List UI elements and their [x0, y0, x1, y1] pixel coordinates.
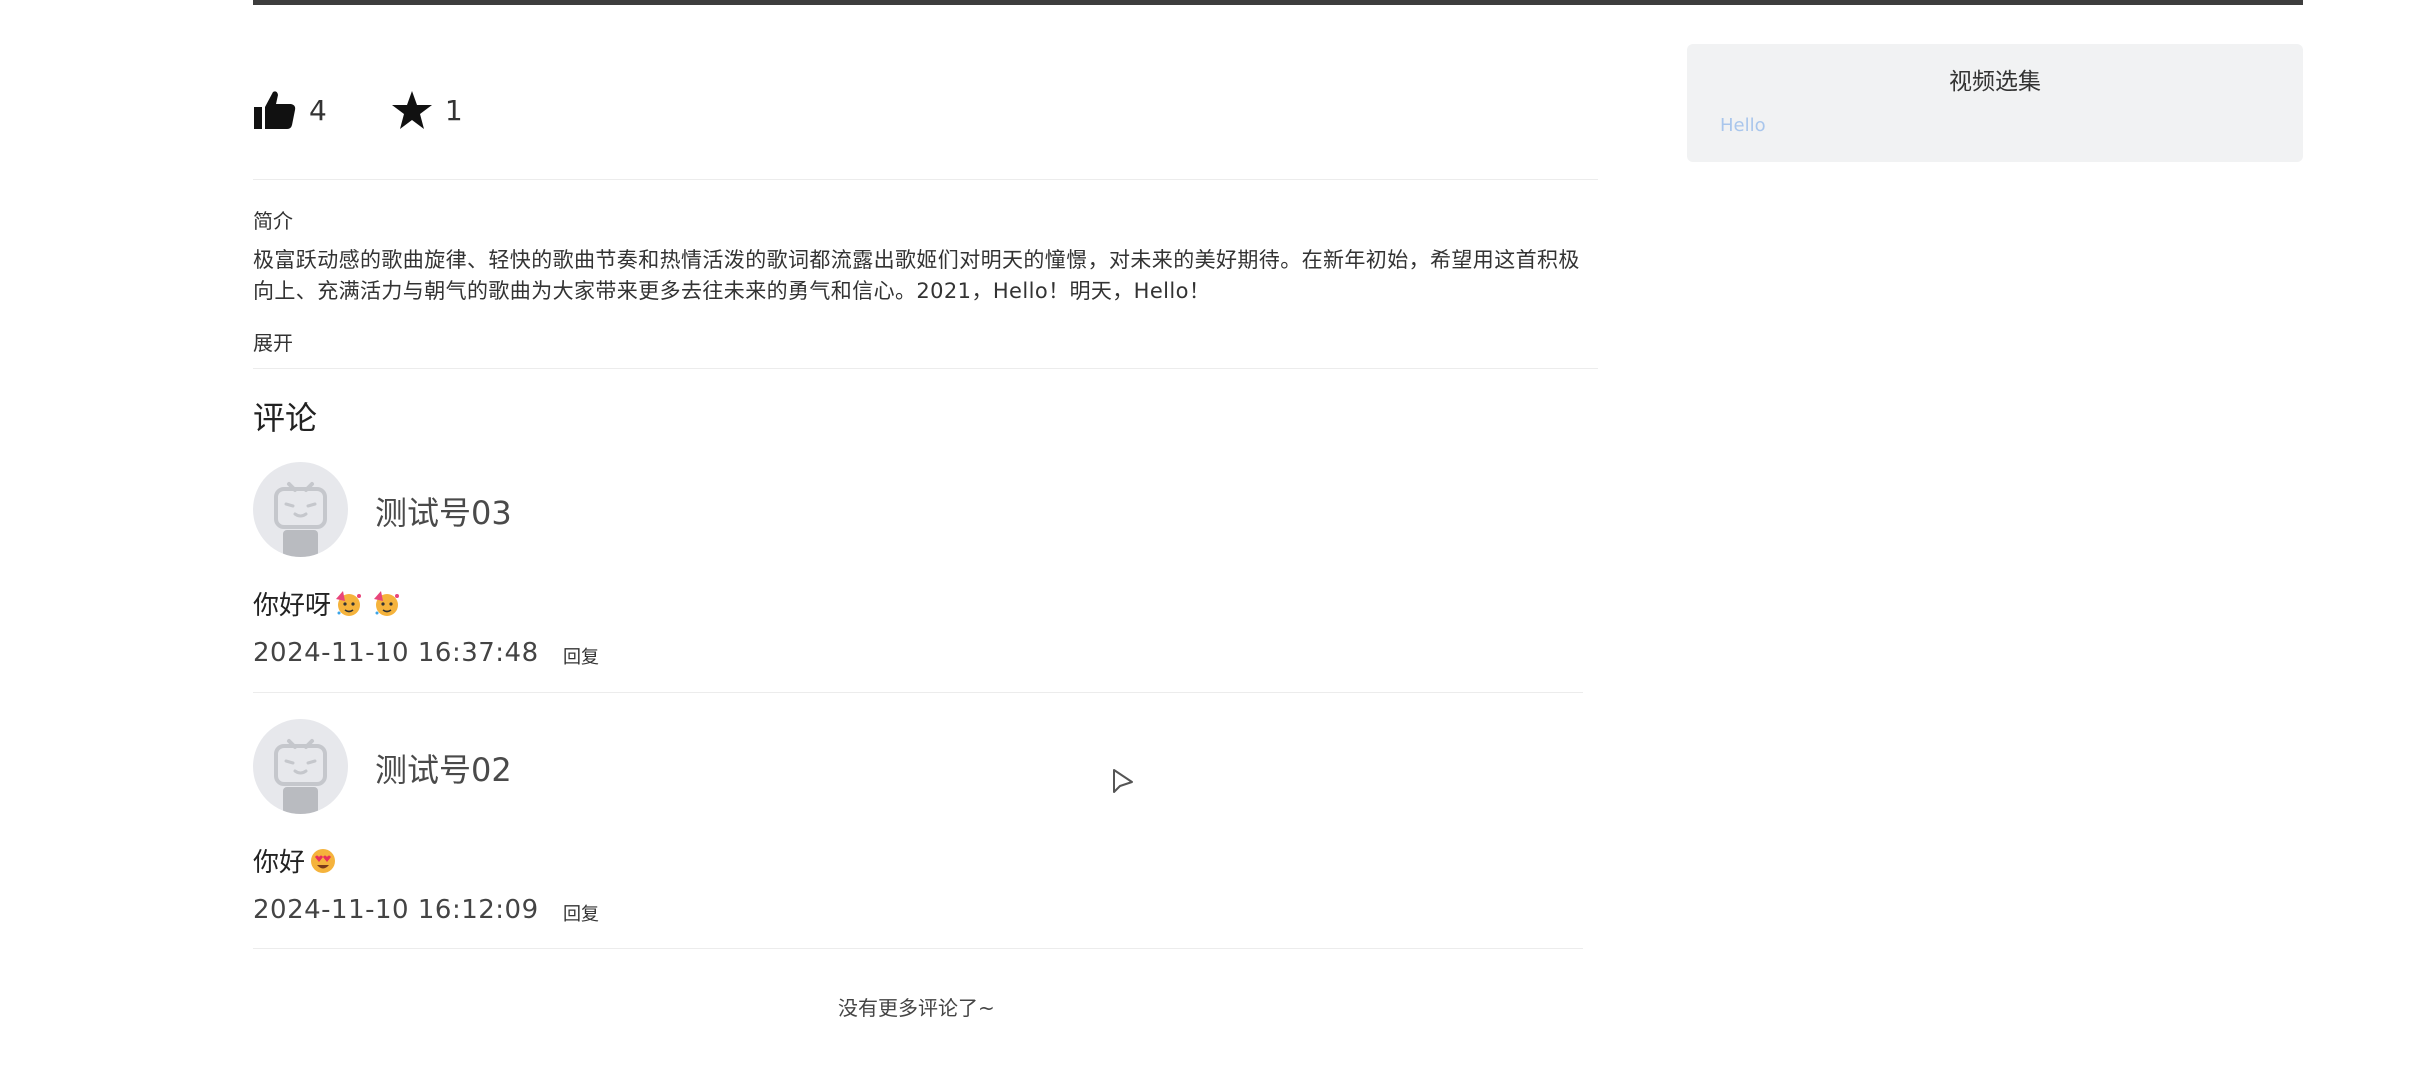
divider: [253, 368, 1598, 369]
comment-username[interactable]: 测试号03: [375, 488, 512, 534]
episode-panel-title: 视频选集: [1949, 69, 2041, 95]
comment-username[interactable]: 测试号02: [375, 745, 512, 791]
comment-text: 你好: [253, 842, 338, 879]
avatar[interactable]: [253, 719, 348, 814]
comment-body: 你好呀: [253, 591, 332, 621]
reply-button[interactable]: 回复: [563, 900, 599, 926]
comments-title: 评论: [253, 399, 318, 437]
divider: [253, 179, 1598, 180]
intro-text: 极富跃动感的歌曲旋律、轻快的歌曲节奏和热情活泼的歌词都流露出歌姬们对明天的憧憬，…: [253, 248, 1580, 303]
divider: [253, 692, 1583, 693]
reply-button[interactable]: 回复: [563, 643, 599, 669]
video-episode-panel: 视频选集 Hello: [1687, 44, 2303, 162]
heart-eyes-emoji-icon: [311, 848, 336, 873]
comment-text: 你好呀: [253, 585, 402, 622]
like-count: 4: [309, 93, 327, 127]
avatar[interactable]: [253, 462, 348, 557]
divider: [253, 948, 1583, 949]
party-face-emoji-icon: [374, 590, 400, 616]
like-button[interactable]: 4: [253, 88, 327, 132]
intro-label: 简介: [253, 209, 293, 233]
star-icon: [391, 91, 432, 129]
favorite-count: 1: [444, 93, 463, 127]
top-progress-bar: [253, 0, 2303, 5]
default-avatar-icon: [274, 739, 327, 814]
action-bar: 4 1: [253, 88, 527, 132]
comment-timestamp: 2024-11-10 16:12:09: [253, 895, 539, 925]
comment-body: 你好: [253, 848, 306, 878]
default-avatar-icon: [274, 482, 327, 557]
favorite-button[interactable]: 1: [391, 89, 463, 131]
expand-button[interactable]: 展开: [253, 327, 293, 356]
no-more-comments-text: 没有更多评论了~: [838, 996, 995, 1020]
party-face-emoji-icon: [336, 590, 362, 616]
episode-item[interactable]: Hello: [1720, 115, 1766, 136]
comment-timestamp: 2024-11-10 16:37:48: [253, 638, 539, 668]
mouse-cursor-icon: [1113, 769, 1133, 793]
thumbs-up-icon: [254, 91, 296, 129]
